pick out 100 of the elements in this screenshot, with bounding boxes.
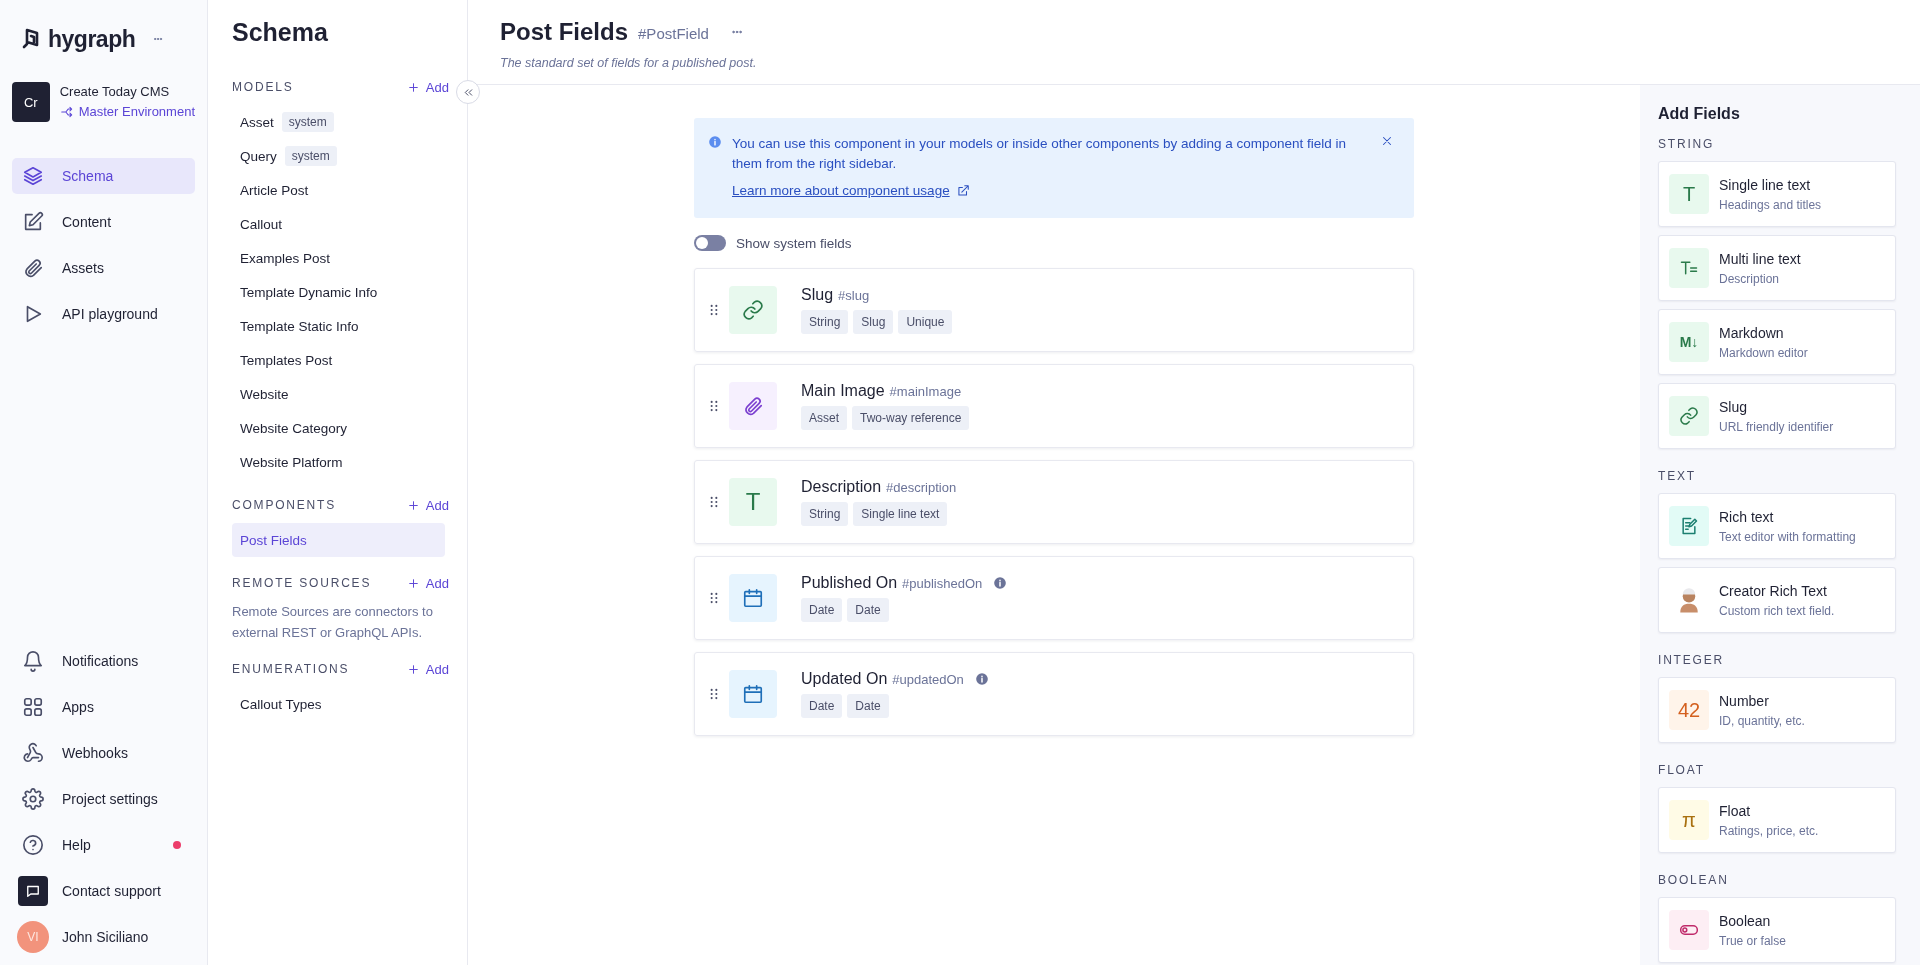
field-tag: String [801,502,849,526]
field-type-description: URL friendly identifier [1719,419,1834,434]
field-card[interactable]: T Description #description String Single line text [694,460,1414,544]
nav-item[interactable]: Content [12,204,195,240]
collapse-button[interactable] [456,80,480,104]
field-type-card[interactable]: π Float Ratings, price, etc. [1658,787,1896,853]
model-item[interactable]: Template Dynamic Info [232,275,445,309]
model-item[interactable]: Callout Types [232,687,445,721]
model-item[interactable]: Website [232,377,445,411]
field-name: Published On [801,574,898,592]
help-link[interactable]: Learn more about component usage [732,183,970,198]
group-heading: TEXT [1658,469,1697,483]
field-type-name: Boolean [1719,912,1772,929]
external-link-icon [955,183,970,198]
model-item[interactable]: Website Platform [232,445,445,479]
section-heading: COMPONENTS [232,498,336,512]
field-type-description: True or false [1719,933,1786,948]
panel-title: Schema [232,18,329,47]
field-api-id: #description [886,479,957,495]
nav-item[interactable]: Webhooks [12,735,195,771]
field-type-name: Creator Rich Text [1719,582,1828,599]
nav-item[interactable]: Project settings [12,781,195,817]
field-name: Description [801,478,882,496]
toggle-label: Show system fields [736,235,852,251]
plus-icon [406,662,420,676]
field-type-icon: 42 [1669,690,1709,730]
field-type-name: Float [1719,802,1752,819]
user-avatar: VI [17,921,49,953]
field-type-description: Headings and titles [1719,197,1822,212]
calendar-icon [742,683,764,705]
field-type-card[interactable]: Slug URL friendly identifier [1658,383,1896,449]
field-type-card[interactable]: Rich text Text editor with formatting [1658,493,1896,559]
field-type-name: Number [1719,692,1770,709]
section-heading: ENUMERATIONS [232,662,350,676]
field-type-card[interactable]: Multi line text Description [1658,235,1896,301]
project-avatar[interactable]: Cr [12,82,50,122]
add-button[interactable]: Add [406,575,449,591]
model-item[interactable]: Template Static Info [232,309,445,343]
field-type-card[interactable]: Creator Rich Text Custom rich text field. [1658,567,1896,633]
model-item[interactable]: Examples Post [232,241,445,275]
nav-item[interactable]: Apps [12,689,195,725]
field-tag: String [801,310,849,334]
model-item[interactable]: Templates Post [232,343,445,377]
nav-item[interactable]: Schema [12,158,195,194]
nav-item[interactable]: API playground [12,296,195,332]
field-type-name: Multi line text [1719,250,1801,267]
field-card[interactable]: Published On #publishedOn Date Date [694,556,1414,640]
api-id: #PostField [638,25,709,42]
field-type-name: Single line text [1719,176,1812,193]
field-api-id: #publishedOn [902,575,983,591]
field-api-id: #updatedOn [892,671,964,687]
paperclip-icon [742,395,764,417]
nav-item[interactable]: Contact support [12,873,195,909]
model-item[interactable]: Article Post [232,173,445,207]
field-card[interactable]: Slug #slug String Slug Unique [694,268,1414,352]
field-type-card[interactable]: 42 Number ID, quantity, etc. [1658,677,1896,743]
add-button[interactable]: Add [406,79,449,95]
field-type-name: Rich text [1719,508,1775,525]
field-type-card[interactable]: M↓ Markdown Markdown editor [1658,309,1896,375]
field-name: Updated On [801,670,888,688]
banner-message: You can use this component in your models or inside other components by adding a component field in them from the right sidebar. [732,135,1348,173]
field-tag: Asset [801,406,847,430]
field-tag: Slug [853,310,894,334]
field-card[interactable]: Updated On #updatedOn Date Date [694,652,1414,736]
field-type-description: Markdown editor [1719,345,1808,360]
info-icon [708,135,722,149]
add-button[interactable]: Add [406,661,449,677]
group-heading: INTEGER [1658,653,1725,667]
model-item[interactable]: Website Category [232,411,445,445]
field-card[interactable]: Main Image #mainImage Asset Two-way reference [694,364,1414,448]
nav-item[interactable]: Help [12,827,195,863]
add-button[interactable]: Add [406,497,449,513]
project-name: Create Today CMS [59,84,171,99]
field-tag: Date [847,694,889,718]
model-item[interactable]: Query system [232,139,445,173]
field-tag: Single line text [853,502,948,526]
webhook-icon [22,742,44,764]
field-tag: Date [801,694,843,718]
section-heading: MODELS [232,80,294,94]
field-api-id: #slug [838,287,870,303]
toggle-switch[interactable] [694,235,726,251]
field-type-description: Custom rich text field. [1719,603,1835,618]
field-type-card[interactable]: T Single line text Headings and titles [1658,161,1896,227]
field-type-name: Slug [1719,398,1749,415]
model-item[interactable]: Callout [232,207,445,241]
field-type-card[interactable]: Boolean True or false [1658,897,1896,963]
model-item[interactable]: Post Fields [232,523,445,557]
field-tag: Date [801,598,843,622]
model-item[interactable]: Asset system [232,105,445,139]
user-menu[interactable]: VI John Siciliano [12,919,195,955]
field-type-description: Description [1719,271,1781,286]
field-type-icon: T [1669,174,1709,214]
field-type-icon: T [729,478,777,526]
paperclip-icon [22,257,44,279]
field-tag: Date [847,598,889,622]
field-type-description: Ratings, price, etc. [1719,823,1819,838]
nav-item[interactable]: Notifications [12,643,195,679]
nav-item[interactable]: Assets [12,250,195,286]
field-tag: Unique [898,310,953,334]
environment-link[interactable]: Master Environment [59,104,195,119]
